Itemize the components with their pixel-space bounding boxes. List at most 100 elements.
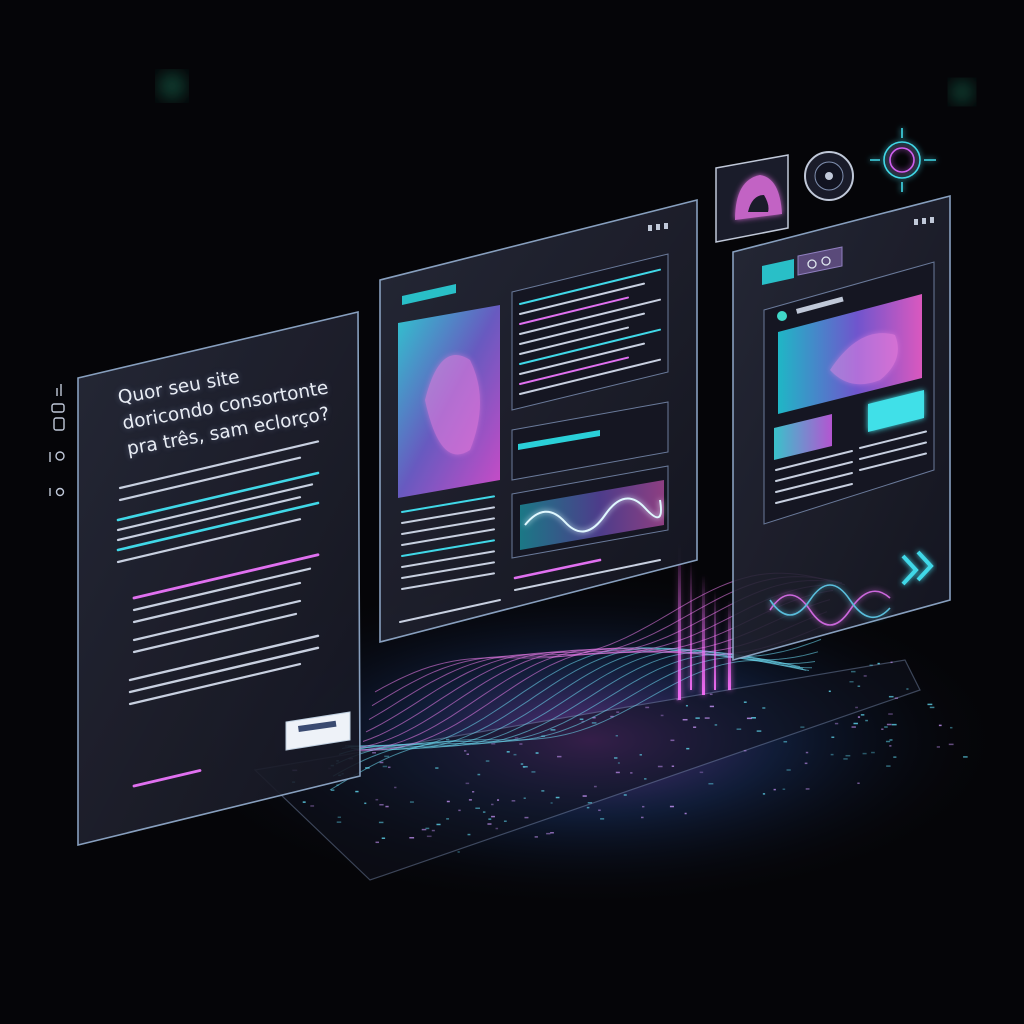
circuit-dot [851,726,856,728]
circuit-dot [884,726,888,728]
product-panel [732,194,951,662]
circuit-dot [886,723,892,726]
circuit-dot [862,752,867,755]
circuit-dot [426,835,432,838]
circuit-dot [888,695,894,698]
circuit-dot [503,820,507,822]
circuit-dot [756,730,762,732]
circuit-dot [644,778,647,780]
circuit-dot [670,739,675,742]
circuit-dot [445,738,450,741]
circuit-dot [888,713,893,715]
circuit-dot [660,714,664,717]
circuit-dot [686,747,690,750]
circuit-dot [889,745,892,747]
circuit-dot [773,788,776,791]
circuit-dot [409,837,415,839]
circuit-dot [522,765,528,768]
circuit-dot [464,750,467,752]
circuit-dot [783,740,788,743]
circuit-dot [869,664,873,667]
compass-icon[interactable] [804,151,854,201]
circuit-dot [857,685,861,688]
circuit-dot [593,785,597,788]
circuit-dot [431,829,435,832]
circuit-dot [382,765,388,768]
circuit-dot [534,836,538,838]
circuit-dot [598,809,601,812]
circuit-dot [671,765,675,768]
circuit-dot [714,724,718,726]
circuit-dot [845,754,851,757]
circuit-dot [506,751,510,753]
circuit-dot [524,816,529,819]
circuit-dot [640,816,644,819]
circuit-dot [555,796,560,799]
circuit-dot [936,746,941,748]
circuit-dot [614,757,618,759]
circuit-dot [881,728,884,730]
circuit-dot [890,661,893,664]
gear-dial-icon[interactable] [870,128,936,192]
circuit-dot [709,705,714,708]
circuit-dot [379,803,384,806]
circuit-dot [557,755,562,758]
circuit-dot [475,807,481,810]
circuit-dot [579,718,584,721]
circuit-dot [708,782,714,785]
circuit-dot [684,812,687,815]
hero-panel [77,310,361,847]
circuit-dot [894,697,899,699]
circuit-dot [310,805,315,807]
circuit-dot [657,765,663,768]
circuit-dot [531,771,536,773]
circuit-dot [645,706,650,709]
circuit-dot [623,794,627,796]
circuit-dot [834,722,839,725]
circuit-dot [786,769,791,771]
circuit-dot [938,724,942,727]
circuit-dot [513,753,517,756]
dot-icon[interactable] [49,487,65,497]
circuit-dot [409,801,414,803]
ai-brain-icon[interactable] [715,154,789,243]
circuit-dot [520,763,524,765]
circuit-dot [693,726,697,728]
circuit-dot [639,754,642,756]
circuit-dot [472,791,475,793]
signal-icon[interactable] [56,384,62,396]
circuit-dot [762,707,766,709]
circuit-dot [582,795,587,797]
circuit-dot [751,717,756,719]
circuit-dot [863,675,867,677]
circuit-dot [828,690,831,693]
circuit-dot [906,688,909,690]
circuit-dot [860,714,865,716]
circuit-dot [642,805,645,808]
circuit-dot [436,823,441,826]
circuit-dot [487,823,492,825]
circuit-dot [669,805,674,808]
sliders-icon[interactable] [51,403,65,413]
circuit-dot [963,756,968,758]
circuit-dot [709,693,713,696]
circuit-dot [843,758,848,760]
circuit-dot [871,751,875,754]
circuit-dot [364,802,367,805]
circuit-dot [477,773,481,776]
scene [49,72,1010,910]
circuit-dot [704,717,710,719]
circuit-dot [385,805,389,808]
circuit-dot [491,743,496,745]
circuit-dot [446,818,450,820]
circuit-dot [375,798,379,801]
circuit-dot [857,716,861,718]
circuit-dot [855,706,858,709]
circuit-dot [857,782,860,785]
circuit-dot [746,717,752,720]
mobile-icon[interactable] [53,417,65,431]
circuit-dot [387,766,391,769]
circuit-dot [615,771,620,774]
circle-icon[interactable] [49,451,65,462]
circuit-dot [617,762,620,764]
